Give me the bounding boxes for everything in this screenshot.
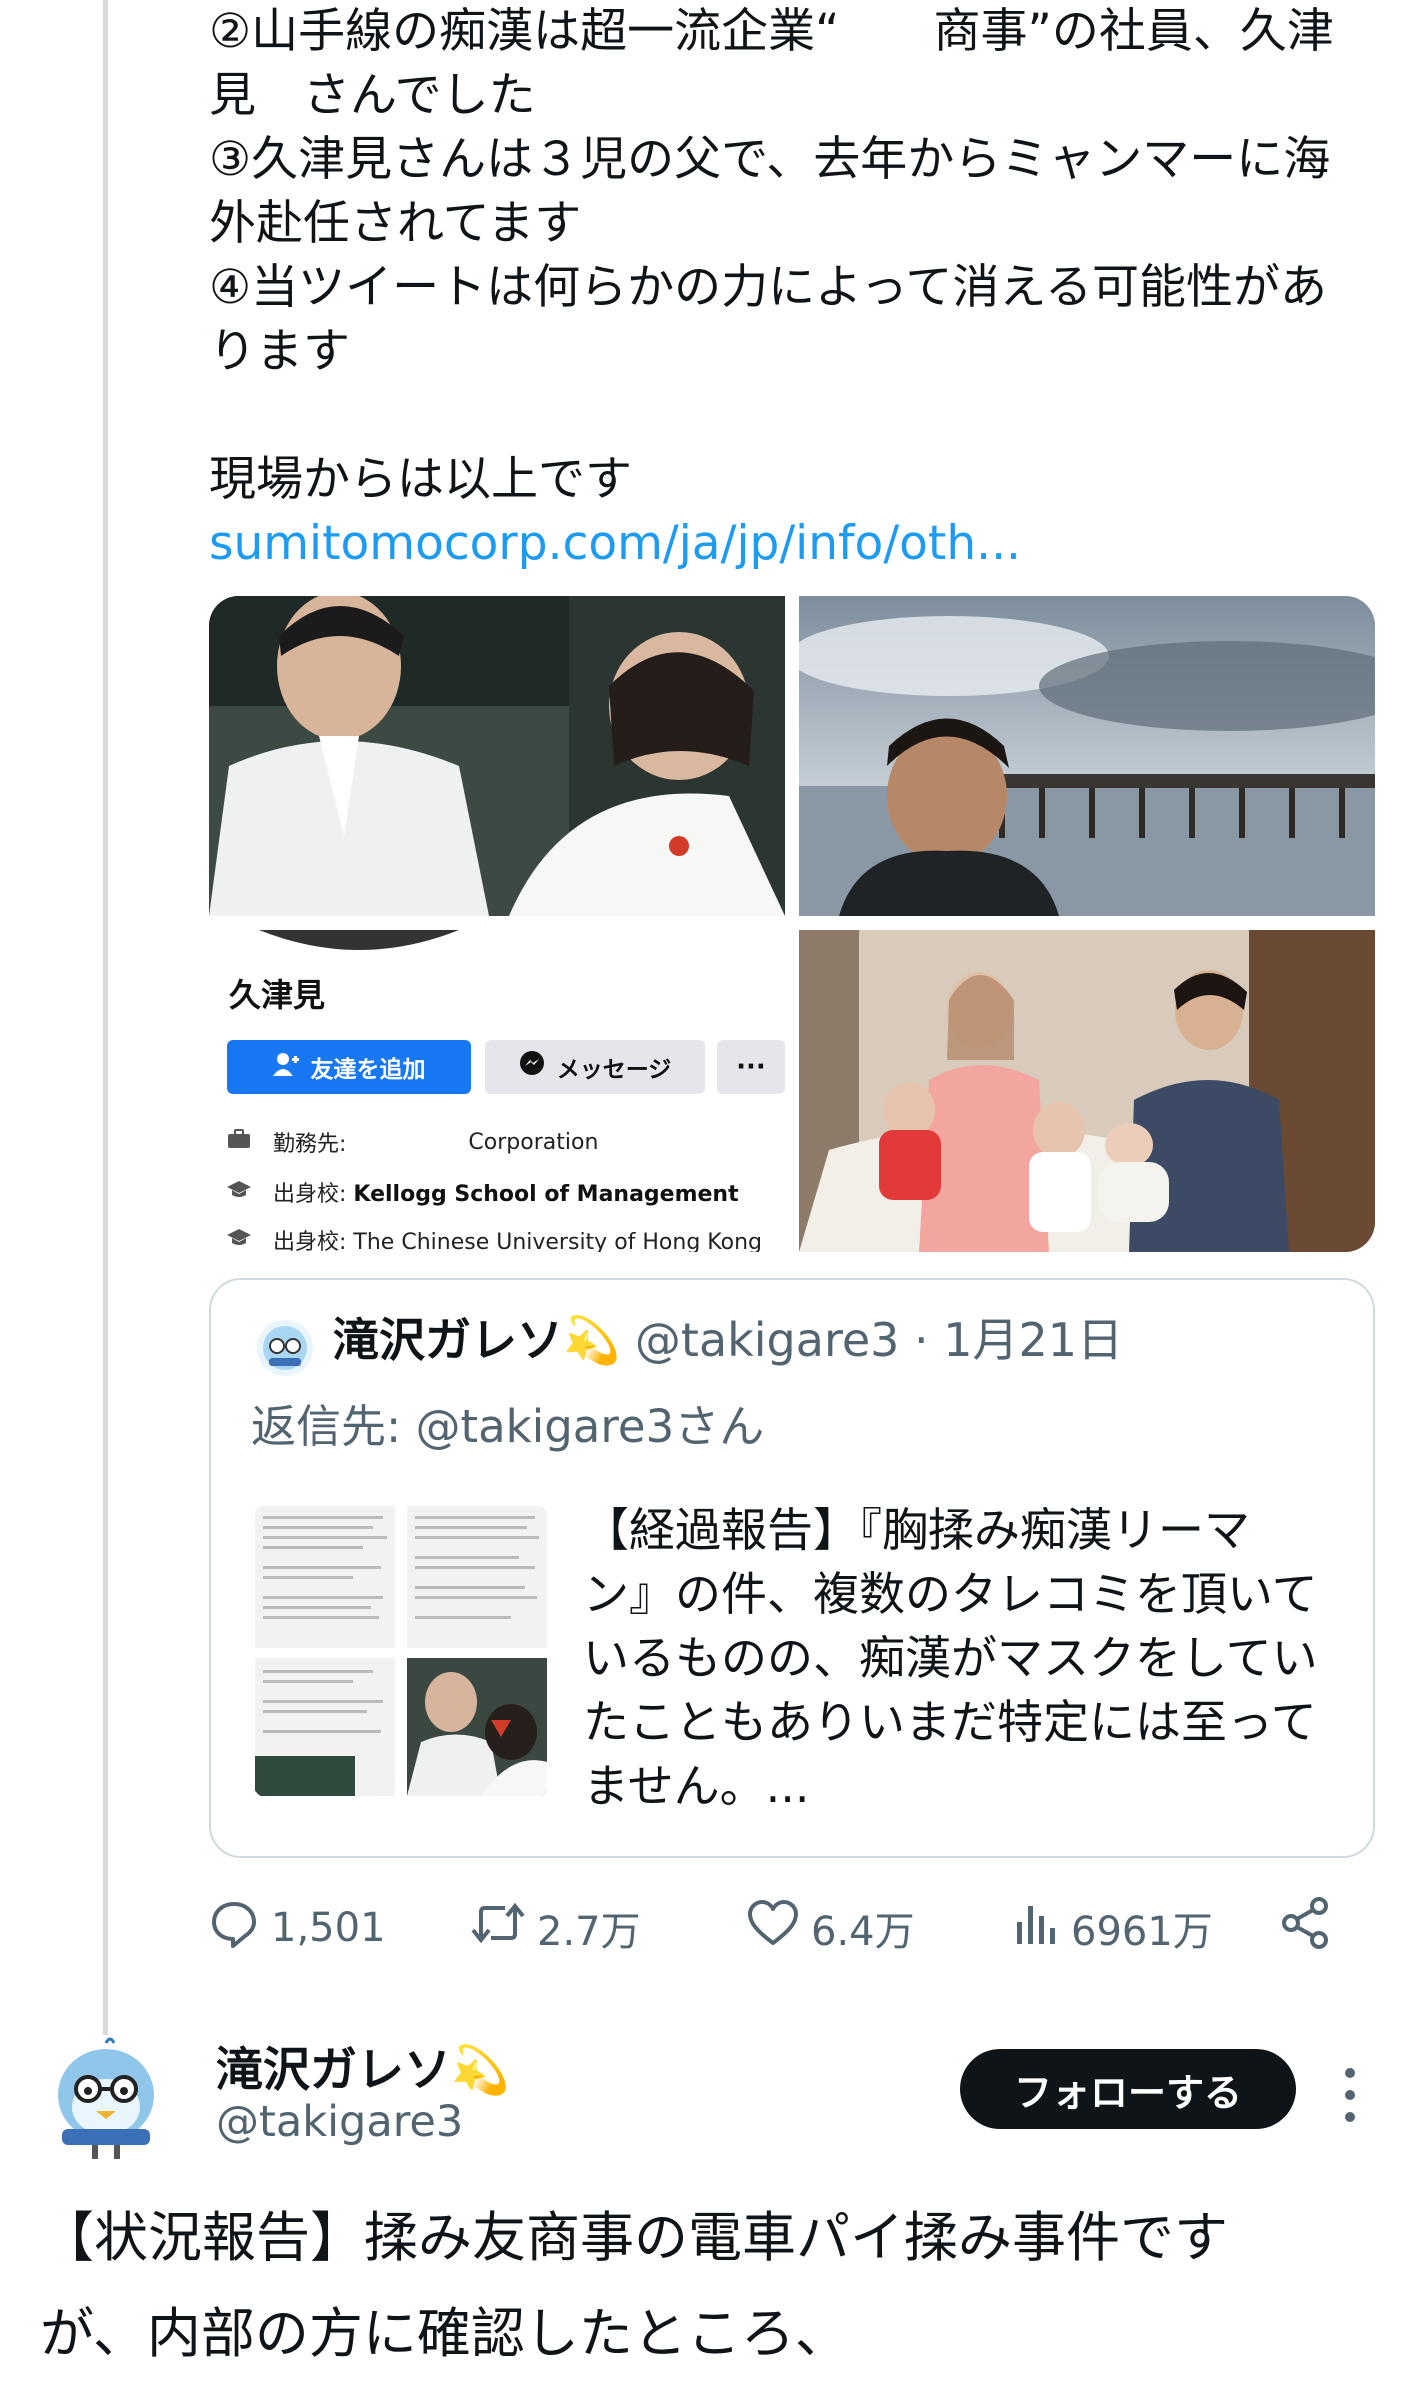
views-count: 6961万 (1071, 1909, 1213, 1955)
pier-photo-illustration (799, 596, 1375, 916)
work-value: Corporation (468, 1129, 599, 1155)
analytics-icon (1015, 1900, 1059, 1956)
next-tweet-body: 【状況報告】揉み友商事の電車パイ揉み事件です が、内部の方に確認したところ、 (40, 2190, 1400, 2382)
more-options-icon[interactable] (1338, 2065, 1362, 2125)
quoted-line: ません。... (583, 1759, 810, 1813)
education-label: 出身校: (273, 1182, 347, 1207)
quoted-thumbnail-collage (251, 1502, 551, 1800)
quoted-media-thumbnail[interactable] (251, 1502, 551, 1800)
next-tweet-author-row: 滝沢ガレソ💫 @takigare3 フォローする (52, 2035, 1382, 2185)
tweet-line: 現場からは以上です (209, 452, 632, 507)
media-photo-pier[interactable] (799, 596, 1375, 916)
add-friend-button[interactable]: 友達を追加 (227, 1040, 471, 1094)
facebook-profile-card[interactable]: 久津見 友達を追加 メッセージ ··· 勤務先: Corporation 出身校… (209, 930, 785, 1252)
family-photo-illustration (799, 930, 1375, 1252)
retweet-action[interactable]: 2.7万 (471, 1888, 641, 1968)
message-button[interactable]: メッセージ (485, 1040, 705, 1094)
messenger-icon (519, 1051, 545, 1083)
like-action[interactable]: 6.4万 (747, 1888, 915, 1968)
media-grid: 久津見 友達を追加 メッセージ ··· 勤務先: Corporation 出身校… (209, 596, 1375, 1252)
graduation-cap-icon (227, 1179, 251, 1205)
reply-count: 1,501 (271, 1905, 386, 1951)
share-action[interactable] (1279, 1888, 1333, 1968)
quoted-line: ン』の件、複数のタレコミを頂いて (583, 1567, 1318, 1621)
profile-avatar-edge (259, 930, 459, 950)
thread-connector-line (103, 0, 108, 2035)
add-friend-label: 友達を追加 (310, 1057, 426, 1083)
reply-action[interactable]: 1,501 (209, 1888, 386, 1968)
tweet-line: ります (209, 324, 350, 379)
tweet-line: ③久津見さんは３児の父で、去年からミャンマーに海 (209, 132, 1331, 187)
tweet-line: 見 さんでした (209, 68, 536, 123)
education-row: 出身校: The Chinese University of Hong Kong (227, 1224, 762, 1252)
heart-icon (747, 1899, 799, 1957)
reply-icon (209, 1898, 259, 1958)
follow-button[interactable]: フォローする (960, 2049, 1296, 2129)
tweet-body: ②山手線の痴漢は超一流企業“ 商事”の社員、久津 見 さんでした ③久津見さんは… (209, 0, 1349, 576)
education-label: 出身校: (273, 1230, 347, 1252)
quoted-reply-to: 返信先: @takigare3さん (251, 1400, 765, 1453)
tweet-link[interactable]: sumitomocorp.com/ja/jp/info/oth... (209, 512, 1349, 576)
quoted-header: 滝沢ガレソ💫 @takigare3 · 1月21日 (333, 1308, 1123, 1372)
education-row: 出身校: Kellogg School of Management (227, 1176, 739, 1208)
work-row: 勤務先: Corporation (227, 1126, 598, 1158)
education-value: Kellogg School of Management (353, 1182, 739, 1207)
tweet-line: ②山手線の痴漢は超一流企業“ 商事”の社員、久津 (209, 4, 1334, 59)
briefcase-icon (227, 1129, 251, 1155)
quoted-line: いるものの、痴漢がマスクをしてい (583, 1631, 1318, 1685)
graduation-cap-icon (227, 1227, 251, 1252)
message-label: メッセージ (556, 1057, 672, 1083)
quoted-line: 【経過報告】『胸揉み痴漢リーマ (583, 1503, 1250, 1557)
more-button[interactable]: ··· (717, 1040, 785, 1094)
work-label: 勤務先: (273, 1132, 347, 1157)
tweet-line: 外赴任されてます (209, 196, 582, 251)
retweet-count: 2.7万 (537, 1909, 641, 1955)
retweet-icon (471, 1898, 525, 1958)
next-tweet-line: 【状況報告】揉み友商事の電車パイ揉み事件です (40, 2206, 1228, 2269)
education-value: The Chinese University of Hong Kong (353, 1230, 762, 1252)
quoted-tweet[interactable]: 滝沢ガレソ💫 @takigare3 · 1月21日 返信先: @takigare… (209, 1278, 1375, 1858)
quoted-body: 【経過報告】『胸揉み痴漢リーマ ン』の件、複数のタレコミを頂いて いるものの、痴… (583, 1498, 1343, 1818)
share-icon (1279, 1896, 1333, 1960)
quoted-author-name[interactable]: 滝沢ガレソ💫 (333, 1313, 620, 1367)
author-handle[interactable]: @takigare3 (216, 2097, 463, 2147)
tweet-action-bar: 1,501 2.7万 6.4万 6961万 (209, 1888, 1349, 1968)
media-photo-train[interactable] (209, 596, 785, 916)
like-count: 6.4万 (811, 1909, 915, 1955)
add-friend-icon (272, 1052, 299, 1082)
author-avatar[interactable] (52, 2035, 160, 2165)
quoted-line: たこともありいまだ特定には至って (583, 1695, 1317, 1749)
profile-name: 久津見 (229, 976, 326, 1014)
media-photo-family[interactable] (799, 930, 1375, 1252)
tweet-line: ④当ツイートは何らかの力によって消える可能性があ (209, 260, 1327, 315)
quoted-author-avatar[interactable] (255, 1318, 315, 1378)
quoted-author-handle: @takigare3 · 1月21日 (634, 1313, 1124, 1367)
train-photo-illustration (209, 596, 785, 916)
views-action[interactable]: 6961万 (1015, 1888, 1213, 1968)
next-tweet-line: が、内部の方に確認したところ、 (40, 2302, 849, 2365)
